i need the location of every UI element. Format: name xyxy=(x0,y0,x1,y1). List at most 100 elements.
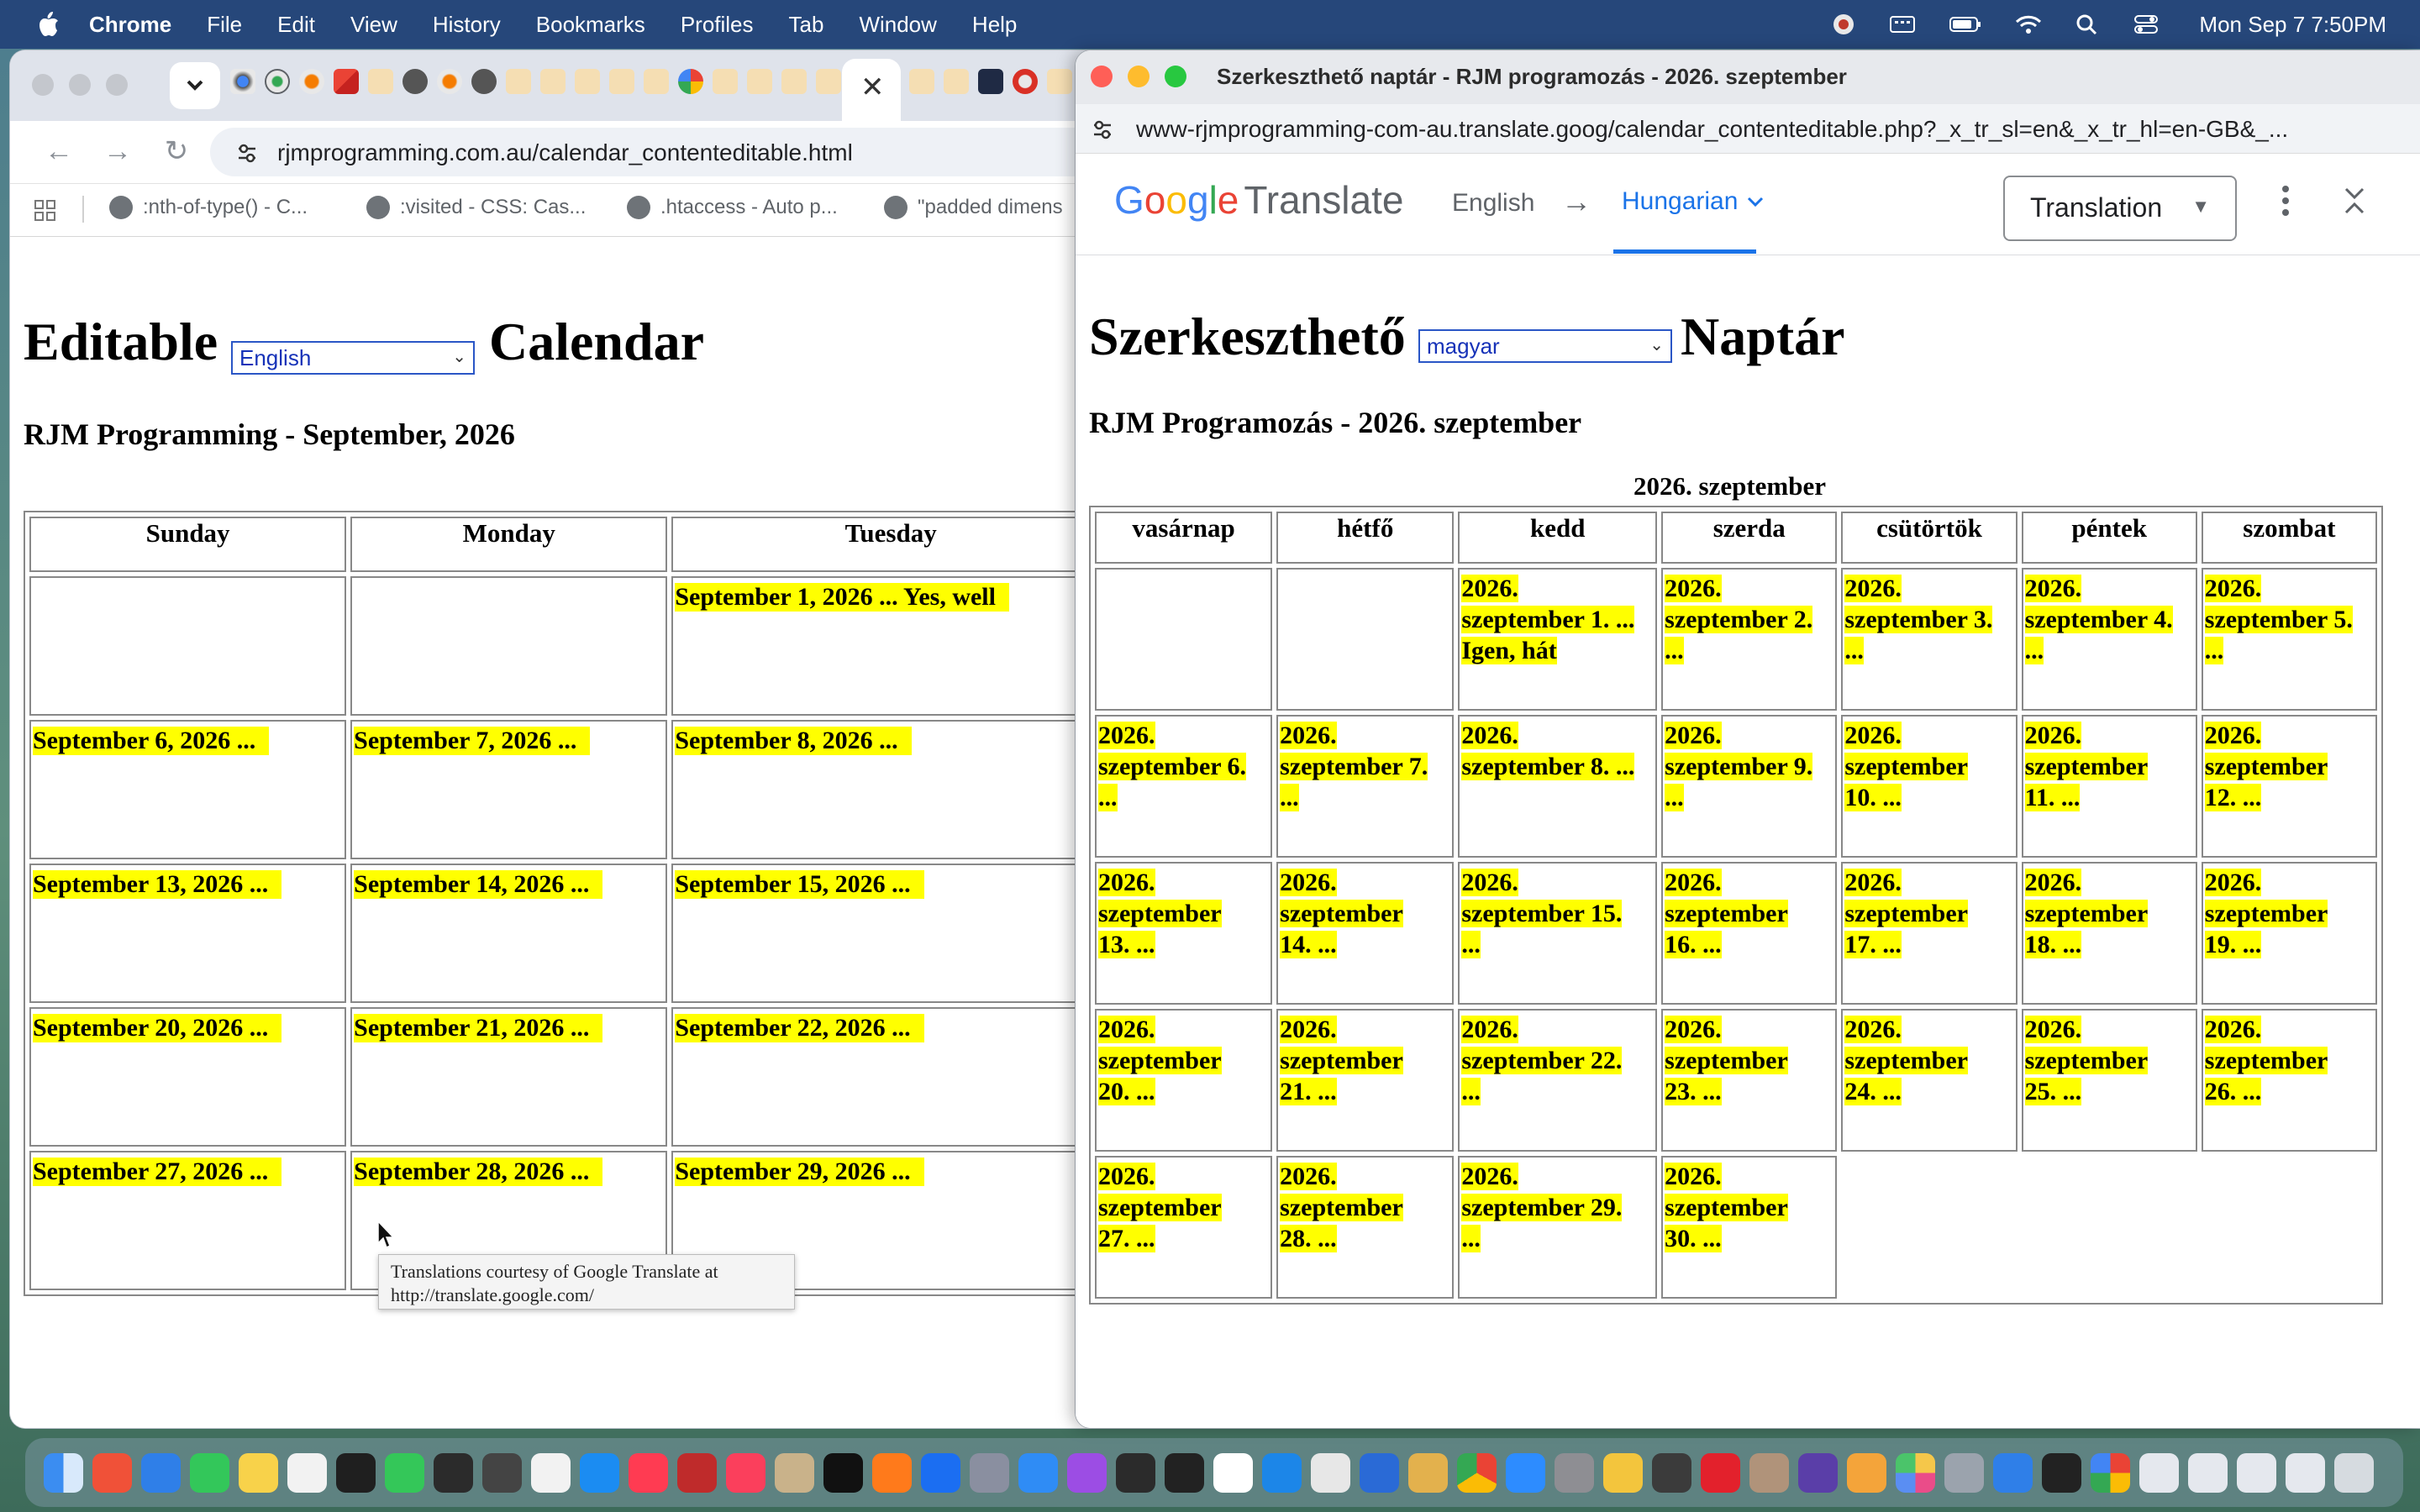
document-4-icon[interactable] xyxy=(2286,1452,2325,1493)
tab-favicon-github-2[interactable] xyxy=(471,69,497,94)
calendar-day-cell[interactable]: 2026. szeptember 16. ... xyxy=(1661,862,1838,1005)
flashcards-icon[interactable] xyxy=(2042,1452,2081,1493)
calendar-day-cell[interactable]: September 27, 2026 ... xyxy=(29,1151,347,1290)
site-info-icon[interactable] xyxy=(1091,118,1114,141)
terminal-icon[interactable] xyxy=(434,1452,473,1493)
finder-2-icon[interactable] xyxy=(1993,1452,2033,1493)
calendar-day-cell[interactable]: 2026. szeptember 20. ... xyxy=(1095,1009,1273,1152)
calendar-day-cell[interactable]: 2026. szeptember 25. ... xyxy=(2021,1009,2197,1152)
trash-icon[interactable] xyxy=(2334,1452,2374,1493)
cyberduck-icon[interactable] xyxy=(1603,1452,1643,1493)
spotlight-search-icon[interactable] xyxy=(2073,13,2102,36)
calendar-day-cell[interactable]: 2026. szeptember 27. ... xyxy=(1095,1156,1273,1299)
reload-icon[interactable]: ↻ xyxy=(158,133,195,170)
calendar-day-cell[interactable]: 2026. szeptember 9.... xyxy=(1661,715,1838,858)
tab-favicon-orange[interactable] xyxy=(299,69,324,94)
document-2-icon[interactable] xyxy=(2188,1452,2228,1493)
calendar-day-cell[interactable]: 2026. szeptember 1. ... Igen, hát xyxy=(1458,568,1658,711)
tab-favicon-rjm-1[interactable] xyxy=(368,69,393,94)
music-icon[interactable] xyxy=(726,1452,765,1493)
menubar-clock[interactable]: Mon Sep 7 7:50PM xyxy=(2199,12,2386,38)
terminal-2-icon[interactable] xyxy=(1116,1452,1155,1493)
calendar-day-cell[interactable]: September 14, 2026 ... xyxy=(350,864,668,1003)
address-bar[interactable]: rjmprogramming.com.au/calendar_contented… xyxy=(210,128,1094,176)
app-store-icon[interactable] xyxy=(580,1452,619,1493)
calendar-day-cell[interactable]: 2026. szeptember 4.... xyxy=(2021,568,2197,711)
menu-app-name[interactable]: Chrome xyxy=(89,12,171,38)
notes-icon[interactable] xyxy=(239,1452,278,1493)
calendar-day-cell[interactable]: 2026. szeptember 11. ... xyxy=(2021,715,2197,858)
close-window-button[interactable] xyxy=(32,74,54,96)
launchpad-icon[interactable] xyxy=(92,1452,132,1493)
gimp-icon[interactable] xyxy=(1847,1452,1886,1493)
zoom-icon[interactable] xyxy=(1506,1452,1545,1493)
user-avatar-icon[interactable] xyxy=(1829,13,1858,36)
photo-editor-icon[interactable] xyxy=(1408,1452,1448,1493)
calendar-day-cell[interactable]: September 7, 2026 ... xyxy=(350,720,668,859)
screen-recorder-icon[interactable] xyxy=(1652,1452,1691,1493)
tab-favicon-rjm-2[interactable] xyxy=(506,69,531,94)
filezilla-icon[interactable] xyxy=(677,1452,717,1493)
tab-favicon-rjm-4[interactable] xyxy=(575,69,600,94)
calendar-day-cell[interactable]: 2026. szeptember 18. ... xyxy=(2021,862,2197,1005)
zoom-window-button[interactable] xyxy=(106,74,128,96)
keyboard-icon[interactable] xyxy=(1888,13,1917,36)
tab-favicon-orange-2[interactable] xyxy=(437,69,462,94)
menu-help[interactable]: Help xyxy=(972,12,1017,38)
calendar-day-cell[interactable]: 2026. szeptember 21. ... xyxy=(1276,1009,1455,1152)
apple-tv-icon[interactable] xyxy=(823,1452,863,1493)
calendar-day-cell[interactable]: 2026. szeptember 22.... xyxy=(1458,1009,1658,1152)
calendar-day-cell[interactable]: September 8, 2026 ... xyxy=(671,720,1094,859)
calendar-day-cell[interactable]: 2026. szeptember 30. ... xyxy=(1661,1156,1838,1299)
podcasts-icon[interactable] xyxy=(1067,1452,1107,1493)
calendar-day-cell[interactable]: September 21, 2026 ... xyxy=(350,1007,668,1147)
calendar-day-cell[interactable]: 2026. szeptember 13. ... xyxy=(1095,862,1273,1005)
document-3-icon[interactable] xyxy=(2237,1452,2276,1493)
calendar-day-cell[interactable]: 2026. szeptember 8. ... xyxy=(1458,715,1658,858)
calendar-day-cell[interactable]: September 6, 2026 ... xyxy=(29,720,347,859)
mail-icon[interactable] xyxy=(141,1452,181,1493)
calendar-day-cell[interactable]: 2026. szeptember 5.... xyxy=(2201,568,2377,711)
calendar-day-cell[interactable]: 2026. szeptember 2.... xyxy=(1661,568,1838,711)
calendar-day-cell[interactable]: 2026. szeptember 28. ... xyxy=(1276,1156,1455,1299)
back-arrow-icon[interactable]: ← xyxy=(40,133,77,170)
tab-favicon-dark[interactable] xyxy=(978,69,1003,94)
calendar-day-cell[interactable]: 2026. szeptember 23. ... xyxy=(1661,1009,1838,1152)
document-1-icon[interactable] xyxy=(2139,1452,2179,1493)
source-language[interactable]: English xyxy=(1452,189,1534,218)
calendar-day-cell[interactable]: September 22, 2026 ... xyxy=(671,1007,1094,1147)
tab-favicon-chrome[interactable] xyxy=(230,69,255,94)
more-options-icon[interactable] xyxy=(2277,182,2294,219)
tab-favicon-red[interactable] xyxy=(1013,69,1038,94)
tab-favicon-rjm-3[interactable] xyxy=(540,69,566,94)
facetime-icon[interactable] xyxy=(385,1452,424,1493)
tab-favicon-rjm-5[interactable] xyxy=(609,69,634,94)
bookmark-item[interactable]: "padded dimens xyxy=(884,196,1063,219)
apps-grid-icon[interactable] xyxy=(34,199,57,223)
battery-icon[interactable] xyxy=(1947,13,1984,36)
calendar-day-cell[interactable]: 2026. szeptember 26. ... xyxy=(2201,1009,2377,1152)
control-center-icon[interactable] xyxy=(2132,13,2160,36)
bookmark-item[interactable]: :nth-of-type() - C... xyxy=(109,196,308,219)
forward-arrow-icon[interactable]: → xyxy=(99,133,136,170)
finder-icon[interactable] xyxy=(44,1452,83,1493)
calendar-day-cell[interactable]: 2026. szeptember 14. ... xyxy=(1276,862,1455,1005)
calendar-day-cell[interactable]: 2026. szeptember 7.... xyxy=(1276,715,1455,858)
active-tab[interactable]: ✕ xyxy=(842,59,901,121)
site-info-icon[interactable] xyxy=(235,141,259,165)
contacts-icon[interactable] xyxy=(1749,1452,1789,1493)
firefox-icon[interactable] xyxy=(872,1452,912,1493)
utility-icon[interactable] xyxy=(1944,1452,1984,1493)
menu-view[interactable]: View xyxy=(350,12,397,38)
tab-favicon-green[interactable] xyxy=(265,69,290,94)
mindnode-icon[interactable] xyxy=(1360,1452,1399,1493)
minimize-window-button[interactable] xyxy=(69,74,91,96)
bookmark-item[interactable]: :visited - CSS: Cas... xyxy=(366,196,586,219)
calendar-day-cell[interactable]: 2026. szeptember 3.... xyxy=(1841,568,2018,711)
stocks-icon[interactable] xyxy=(336,1452,376,1493)
calendar-day-cell[interactable]: 2026. szeptember 24. ... xyxy=(1841,1009,2018,1152)
menu-tab[interactable]: Tab xyxy=(789,12,824,38)
tab-favicon-google[interactable] xyxy=(678,69,703,94)
tab-favicon-rjm-11[interactable] xyxy=(909,69,934,94)
photos-icon[interactable] xyxy=(1896,1452,1935,1493)
